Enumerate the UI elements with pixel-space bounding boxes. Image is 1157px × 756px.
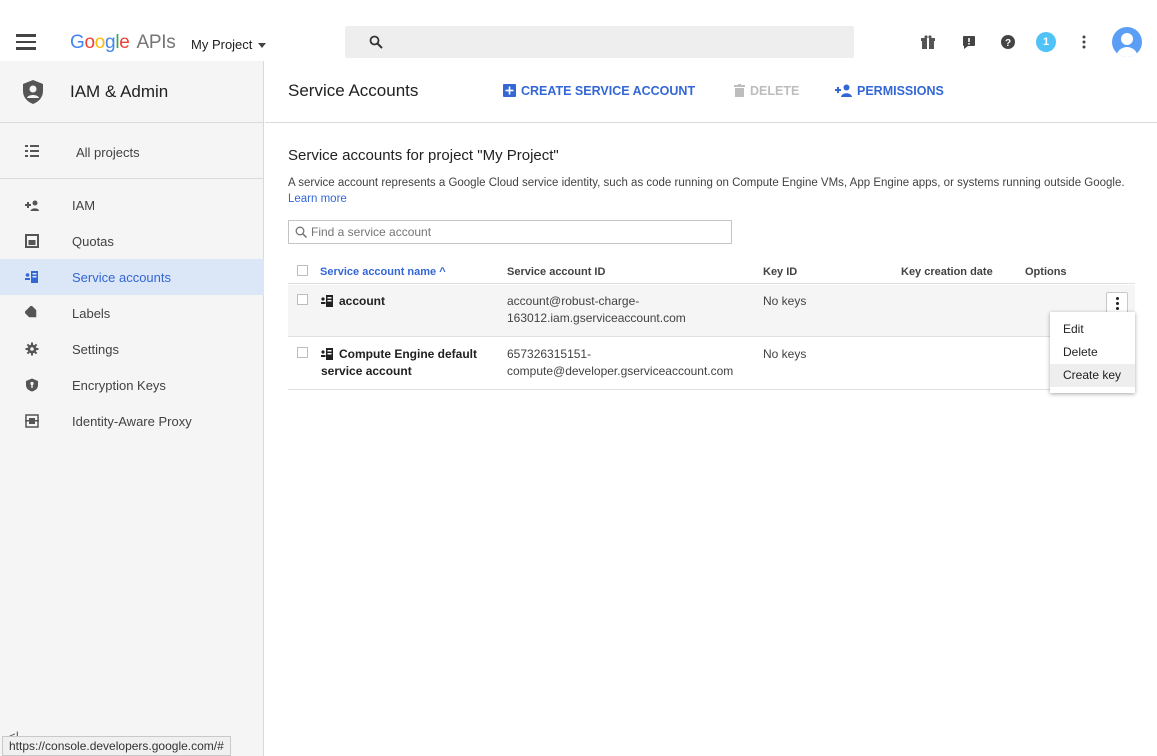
add-person-icon	[25, 200, 39, 211]
service-account-icon	[321, 348, 333, 360]
sidebar-item-iam[interactable]: IAM	[0, 187, 264, 223]
project-selector[interactable]: My Project	[191, 37, 267, 52]
add-person-icon	[835, 84, 852, 97]
shield-icon	[23, 80, 43, 104]
search-icon	[295, 226, 307, 238]
sidebar-item-settings[interactable]: Settings	[0, 331, 264, 367]
page-toolbar: Service Accounts CREATE SERVICE ACCOUNT …	[265, 61, 1157, 123]
trash-icon	[734, 84, 745, 97]
menu-icon[interactable]	[16, 34, 36, 50]
delete-label: DELETE	[750, 84, 800, 98]
section-title: Service accounts for project "My Project…	[288, 147, 559, 164]
sidebar-item-label: Quotas	[72, 234, 114, 249]
delete-button[interactable]: DELETE	[734, 84, 799, 98]
service-account-icon	[321, 295, 333, 307]
service-account-search-input[interactable]	[311, 224, 721, 240]
notifications-badge[interactable]: 1	[1036, 32, 1056, 52]
svg-text:?: ?	[1005, 38, 1011, 49]
main-content: Service Accounts CREATE SERVICE ACCOUNT …	[265, 61, 1157, 756]
add-box-icon	[503, 84, 516, 97]
description: A service account represents a Google Cl…	[288, 175, 1148, 207]
account-id-line1: 657326315151-	[507, 347, 592, 361]
menu-item-edit[interactable]: Edit	[1050, 318, 1135, 341]
sidebar-item-labels[interactable]: Labels	[0, 295, 264, 331]
feedback-icon[interactable]	[961, 34, 977, 50]
sidebar-item-label: IAM	[72, 198, 96, 213]
gift-icon[interactable]	[920, 34, 936, 50]
table-row[interactable]: Compute Engine default service account 6…	[288, 338, 1135, 390]
table-row[interactable]: account account@robust-charge- 163012.ia…	[288, 285, 1135, 337]
sidebar-item-identity-aware-proxy[interactable]: Identity-Aware Proxy	[0, 403, 264, 439]
account-name-line2: service account	[321, 364, 412, 378]
service-account-icon	[25, 271, 38, 283]
google-apis-logo[interactable]: Google APIs	[70, 32, 176, 54]
list-icon	[25, 145, 39, 157]
key-shield-icon	[26, 378, 38, 392]
key-id: No keys	[763, 347, 807, 361]
column-header-options: Options	[1025, 266, 1067, 278]
account-id-line1: account@robust-charge-	[507, 294, 640, 308]
sidebar-title: IAM & Admin	[70, 82, 169, 101]
more-vert-icon[interactable]	[1076, 34, 1092, 50]
project-name: My Project	[191, 37, 253, 52]
proxy-icon	[25, 414, 39, 428]
sidebar-item-service-accounts[interactable]: Service accounts	[0, 259, 264, 295]
description-text: A service account represents a Google Cl…	[288, 177, 1125, 189]
sidebar-header: IAM & Admin	[0, 61, 264, 123]
sidebar-item-label: Encryption Keys	[72, 378, 166, 393]
quotas-icon	[25, 234, 39, 248]
column-header-id[interactable]: Service account ID	[507, 266, 605, 278]
permissions-label: PERMISSIONS	[857, 84, 944, 98]
row-checkbox[interactable]	[297, 294, 308, 305]
permissions-button[interactable]: PERMISSIONS	[835, 84, 944, 98]
status-bar-url: https://console.developers.google.com/#	[2, 736, 231, 756]
column-header-name[interactable]: Service account name ^	[320, 266, 446, 278]
account-name: account	[339, 294, 386, 308]
sidebar-item-label: Identity-Aware Proxy	[72, 414, 192, 429]
create-label: CREATE SERVICE ACCOUNT	[521, 84, 696, 98]
column-header-key-id[interactable]: Key ID	[763, 266, 797, 278]
sidebar-item-encryption-keys[interactable]: Encryption Keys	[0, 367, 264, 403]
page-title: Service Accounts	[288, 81, 419, 100]
logo-apis: APIs	[136, 32, 176, 53]
key-id: No keys	[763, 294, 807, 308]
label-icon	[25, 306, 37, 318]
caret-down-icon	[258, 43, 267, 49]
settings-icon	[25, 342, 39, 356]
account-avatar[interactable]	[1112, 27, 1142, 57]
row-checkbox[interactable]	[297, 347, 308, 358]
logo-google: Google	[70, 32, 130, 53]
search-bar[interactable]	[345, 26, 854, 58]
create-service-account-button[interactable]: CREATE SERVICE ACCOUNT	[503, 84, 695, 98]
search-icon	[369, 35, 383, 49]
top-bar: Google APIs My Project ? 1	[0, 0, 1157, 68]
sidebar-item-quotas[interactable]: Quotas	[0, 223, 264, 259]
account-name-line1: Compute Engine default	[339, 347, 477, 361]
sidebar: IAM & Admin All projects IAM Quotas Serv…	[0, 61, 264, 756]
sidebar-item-label: Labels	[72, 306, 111, 321]
filter-box[interactable]	[288, 220, 732, 244]
account-id-line2: compute@developer.gserviceaccount.com	[507, 364, 734, 378]
menu-item-create-key[interactable]: Create key	[1050, 364, 1135, 387]
account-id-line2: 163012.iam.gserviceaccount.com	[507, 311, 686, 325]
all-projects-label: All projects	[76, 145, 140, 160]
row-options-button[interactable]	[1106, 292, 1128, 314]
table-header: Service account name ^ Service account I…	[288, 258, 1135, 284]
sidebar-item-all-projects[interactable]: All projects	[0, 123, 264, 179]
column-header-key-creation-date[interactable]: Key creation date	[901, 266, 993, 278]
sidebar-item-label: Settings	[72, 342, 119, 357]
row-options-menu: Edit Delete Create key	[1050, 312, 1135, 393]
menu-item-delete[interactable]: Delete	[1050, 341, 1135, 364]
sidebar-item-label: Service accounts	[72, 270, 171, 285]
select-all-checkbox[interactable]	[297, 265, 308, 276]
learn-more-link[interactable]: Learn more	[288, 193, 347, 205]
help-icon[interactable]: ?	[1000, 34, 1016, 50]
